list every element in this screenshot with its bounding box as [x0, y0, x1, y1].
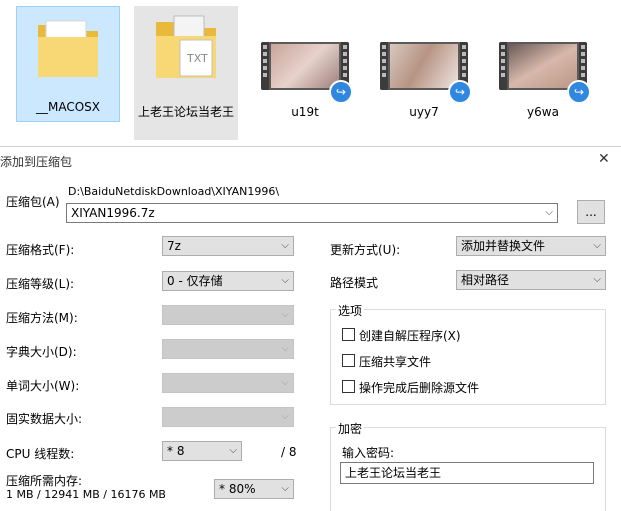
memory-value: * 80%: [219, 482, 256, 496]
shortcut-arrow-icon: ↪: [448, 80, 472, 104]
close-button[interactable]: ✕: [598, 151, 610, 167]
memory-usage-select[interactable]: * 80% ⌵: [214, 479, 294, 499]
word-size-select[interactable]: ⌵: [162, 373, 294, 393]
format-label: 压缩格式(F):: [6, 243, 75, 257]
dict-size-select[interactable]: ⌵: [162, 339, 294, 359]
password-label: 输入密码:: [342, 446, 395, 460]
file-name: 上老王论坛当老王: [137, 105, 234, 119]
delete-label: 操作完成后删除源文件: [359, 381, 480, 395]
solid-label: 固实数据大小:: [6, 412, 83, 426]
encryption-title: 加密: [336, 420, 365, 437]
file-name: u19t: [291, 105, 319, 119]
sfx-label: 创建自解压程序(X): [359, 329, 461, 343]
path-mode-label: 路径模式: [330, 276, 379, 290]
file-item-uyy7[interactable]: ↪ uyy7: [372, 6, 476, 122]
shortcut-arrow-icon: ↪: [329, 80, 353, 104]
dict-label: 字典大小(D):: [6, 345, 77, 359]
path-mode-select[interactable]: 相对路径 ⌵: [456, 270, 606, 290]
chevron-down-icon: ⌵: [281, 240, 289, 251]
folder-icon: [38, 20, 98, 77]
shared-label: 压缩共享文件: [359, 355, 432, 369]
update-mode-select[interactable]: 添加并替换文件 ⌵: [456, 236, 606, 256]
dialog-title: 添加到压缩包: [0, 155, 73, 169]
path-mode-value: 相对路径: [461, 273, 510, 287]
password-input[interactable]: 上老王论坛当老王: [340, 462, 594, 484]
file-item-macosx[interactable]: __MACOSX: [16, 6, 120, 122]
checkbox-box: [342, 380, 355, 393]
chevron-down-icon: ⌵: [593, 274, 601, 285]
chevron-down-icon: ⌵: [281, 343, 289, 354]
shortcut-arrow-icon: ↪: [567, 80, 591, 104]
level-select[interactable]: 0 - 仅存储 ⌵: [162, 271, 294, 291]
browse-button[interactable]: ...: [577, 200, 605, 224]
file-item-laowang[interactable]: TXT 上老王论坛当老王: [134, 6, 238, 140]
chevron-down-icon: ⌵: [545, 207, 553, 218]
sfx-checkbox[interactable]: 创建自解压程序(X): [342, 327, 461, 344]
memory-stats: 1 MB / 12941 MB / 16176 MB: [6, 488, 166, 501]
checkbox-box: [342, 354, 355, 367]
archive-name-value: XIYAN1996.7z: [71, 206, 155, 220]
cpu-label: CPU 线程数:: [6, 447, 75, 461]
svg-text:TXT: TXT: [186, 52, 208, 65]
chevron-down-icon: ⌵: [281, 411, 289, 422]
delete-source-checkbox[interactable]: 操作完成后删除源文件: [342, 379, 479, 396]
cpu-value: * 8: [167, 444, 185, 458]
memory-label: 压缩所需内存:: [6, 474, 83, 488]
method-label: 压缩方法(M):: [6, 311, 78, 325]
word-label: 单词大小(W):: [6, 379, 80, 393]
level-value: 0 - 仅存储: [167, 274, 223, 288]
file-item-y6wa[interactable]: ↪ y6wa: [491, 6, 595, 122]
archive-label: 压缩包(A): [6, 195, 60, 209]
level-label: 压缩等级(L):: [6, 277, 75, 291]
chevron-down-icon: ⌵: [281, 483, 289, 494]
checkbox-box: [342, 328, 355, 341]
update-value: 添加并替换文件: [461, 239, 546, 253]
add-to-archive-dialog: 添加到压缩包 ✕ 压缩包(A) D:\BaiduNetdiskDownload\…: [0, 146, 621, 511]
file-name: uyy7: [409, 105, 439, 119]
chevron-down-icon: ⌵: [229, 445, 237, 456]
file-name: __MACOSX: [35, 100, 100, 114]
format-value: 7z: [167, 239, 181, 253]
file-explorer-view: __MACOSX TXT 上老王论坛当老王 ↪ u19t ↪ uyy7 ↪ y6…: [0, 0, 621, 148]
method-select[interactable]: ⌵: [162, 305, 294, 325]
file-name: y6wa: [527, 105, 559, 119]
folder-txt-icon: TXT: [156, 15, 216, 78]
update-label: 更新方式(U):: [330, 243, 401, 257]
archive-path: D:\BaiduNetdiskDownload\XIYAN1996\: [68, 185, 280, 198]
cpu-threads-select[interactable]: * 8 ⌵: [162, 441, 242, 461]
format-select[interactable]: 7z ⌵: [162, 236, 294, 256]
cpu-total: / 8: [281, 445, 297, 459]
file-item-u19t[interactable]: ↪ u19t: [253, 6, 357, 122]
archive-name-combo[interactable]: XIYAN1996.7z ⌵: [66, 203, 558, 223]
chevron-down-icon: ⌵: [281, 275, 289, 286]
chevron-down-icon: ⌵: [281, 377, 289, 388]
options-title: 选项: [336, 302, 365, 319]
chevron-down-icon: ⌵: [593, 240, 601, 251]
shared-files-checkbox[interactable]: 压缩共享文件: [342, 353, 431, 370]
chevron-down-icon: ⌵: [281, 309, 289, 320]
solid-size-select[interactable]: ⌵: [162, 407, 294, 427]
